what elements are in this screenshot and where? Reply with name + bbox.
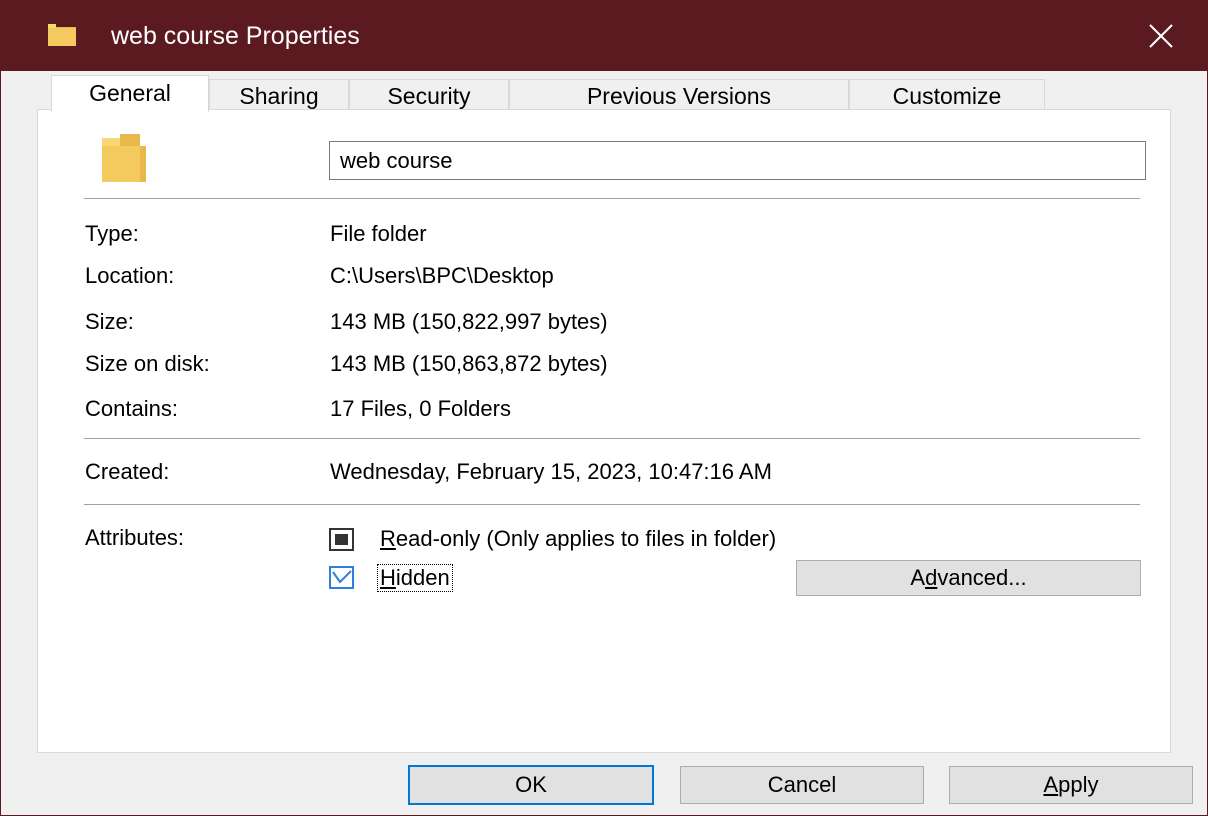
type-label: Type: (85, 221, 139, 246)
location-label: Location: (85, 263, 175, 288)
contains-value: 17 Files, 0 Folders (330, 396, 511, 421)
location-value: C:\Users\BPC\Desktop (330, 263, 554, 288)
divider (84, 438, 1140, 439)
divider (84, 198, 1140, 199)
size-on-disk-label: Size on disk: (85, 351, 210, 376)
readonly-label[interactable]: Read-only (Only applies to files in fold… (380, 526, 776, 552)
size-label: Size: (85, 309, 134, 334)
tab-previous-versions[interactable]: Previous Versions (509, 79, 849, 111)
divider (84, 504, 1140, 505)
tab-security[interactable]: Security (349, 79, 509, 111)
tab-customize[interactable]: Customize (849, 79, 1045, 111)
contains-label: Contains: (85, 396, 178, 421)
hidden-label[interactable]: Hidden (377, 564, 453, 592)
folder-icon (48, 24, 76, 46)
tab-general[interactable]: General (51, 75, 209, 112)
close-button[interactable] (1131, 11, 1191, 61)
window-title: web course Properties (111, 22, 360, 50)
folder-icon (102, 134, 146, 182)
size-on-disk-value: 143 MB (150,863,872 bytes) (330, 351, 608, 376)
cancel-button[interactable]: Cancel (680, 766, 924, 804)
attributes-label: Attributes: (85, 525, 185, 550)
type-value: File folder (330, 221, 427, 246)
advanced-button[interactable]: Advanced... (796, 560, 1141, 596)
created-value: Wednesday, February 15, 2023, 10:47:16 A… (330, 459, 772, 484)
created-label: Created: (85, 459, 170, 484)
checkmark-icon (332, 570, 352, 584)
general-panel: Type: File folder Location: C:\Users\BPC… (37, 109, 1171, 753)
folder-name-input[interactable] (329, 141, 1146, 180)
readonly-checkbox[interactable] (329, 528, 354, 551)
size-value: 143 MB (150,822,997 bytes) (330, 309, 608, 334)
tab-sharing[interactable]: Sharing (209, 79, 349, 111)
properties-window: web course Properties General Sharing Se… (0, 0, 1208, 816)
hidden-checkbox[interactable] (329, 566, 354, 589)
close-icon (1149, 24, 1173, 48)
apply-button[interactable]: Apply (949, 766, 1193, 804)
title-bar[interactable]: web course Properties (1, 1, 1207, 71)
ok-button[interactable]: OK (408, 765, 654, 805)
